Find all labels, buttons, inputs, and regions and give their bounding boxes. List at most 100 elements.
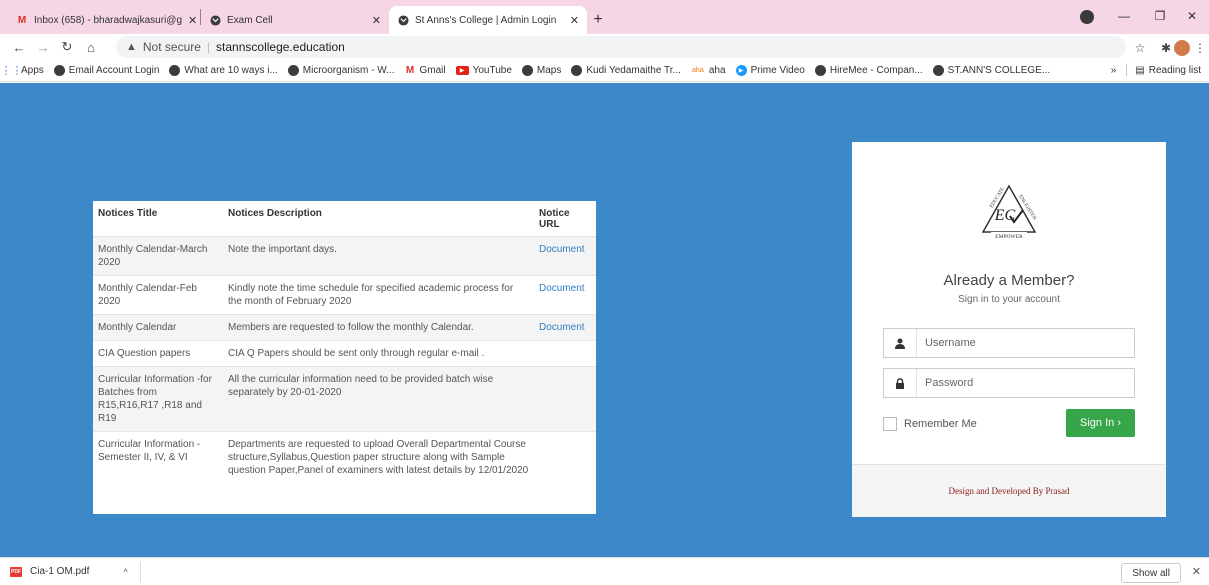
user-avatar[interactable] — [1172, 38, 1192, 58]
bookmark-aha[interactable]: aha aha — [691, 65, 726, 76]
tab-title: Exam Cell — [227, 14, 273, 26]
login-footer: Design and Developed By Prasad — [852, 464, 1166, 517]
logo-letters: EC — [994, 207, 1016, 224]
column-header-url: Notice URL — [534, 201, 596, 237]
bookmark-label: Maps — [536, 65, 562, 76]
bookmark-label: Email Account Login — [68, 65, 160, 76]
gmail-icon: M — [17, 14, 27, 26]
show-all-button[interactable]: Show all — [1121, 563, 1181, 583]
kebab-menu-icon[interactable]: ⋮ — [1190, 38, 1209, 58]
globe-icon — [209, 14, 221, 26]
column-header-description: Notices Description — [223, 201, 534, 237]
page-body: Notices Title Notices Description Notice… — [0, 83, 1209, 557]
browser-tab-strip: M Inbox (658) - bharadwajkasuri@g ✕ Exam… — [0, 0, 1209, 34]
bookmark-what-are-10-ways[interactable]: What are 10 ways i... — [169, 65, 278, 76]
pdf-file-icon: PDF — [10, 566, 22, 577]
username-field — [883, 328, 1135, 358]
login-heading: Already a Member? — [943, 272, 1075, 289]
restore-icon[interactable]: ❐ — [1146, 6, 1174, 26]
notice-title: Monthly Calendar-Feb 2020 — [93, 275, 223, 315]
logo-word-bottom: EMPOWER — [995, 234, 1023, 240]
sign-in-button[interactable]: Sign In › — [1066, 409, 1135, 437]
user-icon — [884, 329, 917, 357]
divider — [139, 561, 141, 582]
bookmark-label: Gmail — [419, 65, 446, 76]
profile-icon[interactable] — [1080, 10, 1094, 24]
window-close-icon[interactable]: ✕ — [1178, 6, 1206, 26]
bookmark-label: Prime Video — [750, 65, 805, 76]
bookmark-hiremee[interactable]: HireMee - Compan... — [814, 65, 923, 76]
bookmark-label: Apps — [21, 65, 44, 76]
globe-icon — [169, 65, 181, 76]
login-panel: EC EDUCATE ENLIGHTEN EMPOWER Already a M… — [852, 142, 1166, 517]
bookmark-email-login[interactable]: Email Account Login — [53, 65, 160, 76]
tab-exam-cell[interactable]: Exam Cell ✕ — [201, 6, 389, 34]
table-header-row: Notices Title Notices Description Notice… — [93, 201, 596, 237]
bookmark-label: Kudi Yedamaithe Tr... — [586, 65, 681, 76]
bookmark-label: YouTube — [472, 65, 512, 76]
table-row: Monthly Calendar-Feb 2020 Kindly note th… — [93, 275, 596, 315]
username-input[interactable] — [917, 329, 1134, 357]
chevron-up-icon[interactable]: ^ — [123, 567, 127, 577]
url-text: stannscollege.education — [216, 40, 345, 54]
warning-triangle-icon[interactable]: ▲ — [126, 41, 137, 53]
tab-title: Inbox (658) - bharadwajkasuri@g — [34, 14, 183, 26]
notices-table: Notices Title Notices Description Notice… — [93, 201, 596, 483]
new-tab-button[interactable]: + — [587, 6, 609, 34]
bookmark-apps[interactable]: ⋮⋮ Apps — [0, 65, 44, 77]
bookmark-prime-video[interactable]: ▶ Prime Video — [735, 65, 805, 76]
bookmark-st-anns-college[interactable]: ST.ANN'S COLLEGE... — [932, 65, 1050, 76]
tab-admin-login[interactable]: St Anns's College | Admin Login ✕ — [389, 6, 587, 34]
address-bar[interactable]: ▲ Not secure | stannscollege.education — [116, 36, 1126, 58]
notice-title: Monthly Calendar-March 2020 — [93, 236, 223, 276]
aha-icon: aha — [692, 67, 704, 74]
document-link[interactable]: Document — [539, 283, 585, 294]
globe-icon — [397, 14, 409, 26]
bookmark-maps[interactable]: Maps — [521, 65, 562, 76]
bookmark-star-icon[interactable]: ☆ — [1130, 38, 1150, 58]
lock-icon — [884, 369, 917, 397]
close-icon[interactable]: ✕ — [1192, 565, 1201, 578]
apps-grid-icon: ⋮⋮ — [0, 65, 23, 77]
more-bookmarks-button[interactable]: » — [1111, 65, 1117, 76]
close-icon[interactable]: ✕ — [182, 14, 197, 27]
notice-title: Curricular Information - Semester II, IV… — [93, 431, 223, 483]
document-link[interactable]: Document — [539, 244, 585, 255]
bookmark-youtube[interactable]: ▶ YouTube — [455, 65, 512, 76]
reading-list-button[interactable]: Reading list — [1149, 65, 1201, 76]
minimize-icon[interactable]: — — [1110, 6, 1138, 26]
close-icon[interactable]: ✕ — [366, 14, 381, 27]
close-icon[interactable]: ✕ — [564, 14, 579, 27]
bookmark-microorganism[interactable]: Microorganism - W... — [287, 65, 395, 76]
address-separator: | — [206, 40, 211, 54]
login-subheading: Sign in to your account — [958, 294, 1060, 305]
remember-me-checkbox[interactable] — [883, 417, 897, 431]
document-link[interactable]: Document — [539, 322, 585, 333]
password-input[interactable] — [917, 369, 1134, 397]
download-shelf: PDF Cia-1 OM.pdf ^ Show all ✕ — [0, 557, 1209, 585]
notice-url-cell: Document — [534, 275, 596, 315]
reload-icon[interactable]: ↻ — [56, 36, 78, 58]
download-item[interactable]: PDF Cia-1 OM.pdf ^ — [10, 566, 128, 577]
table-row: Monthly Calendar Members are requested t… — [93, 314, 596, 341]
table-row: Curricular Information -for Batches from… — [93, 366, 596, 432]
bookmark-label: aha — [708, 65, 726, 76]
table-row: CIA Question papers CIA Q Papers should … — [93, 340, 596, 367]
notice-url-cell: Document — [534, 236, 596, 276]
home-icon[interactable]: ⌂ — [80, 36, 102, 58]
notice-description: Departments are requested to upload Over… — [223, 431, 534, 483]
bookmarks-right: » ▤ Reading list — [1111, 64, 1201, 76]
notice-description: Members are requested to follow the mont… — [223, 314, 534, 341]
bookmark-gmail[interactable]: M Gmail — [404, 65, 446, 76]
globe-icon — [287, 65, 299, 76]
globe-icon — [932, 65, 944, 76]
bookmark-label: Microorganism - W... — [302, 65, 395, 76]
forward-arrow-icon[interactable]: → — [32, 36, 54, 58]
table-row: Curricular Information - Semester II, IV… — [93, 431, 596, 483]
gmail-icon: M — [405, 65, 415, 76]
bookmark-kudi-yedamaithe[interactable]: Kudi Yedamaithe Tr... — [571, 65, 681, 76]
back-arrow-icon[interactable]: ← — [8, 36, 30, 58]
divider — [1126, 64, 1128, 76]
tab-inbox[interactable]: M Inbox (658) - bharadwajkasuri@g ✕ — [8, 6, 200, 34]
notice-url-cell — [534, 340, 596, 367]
